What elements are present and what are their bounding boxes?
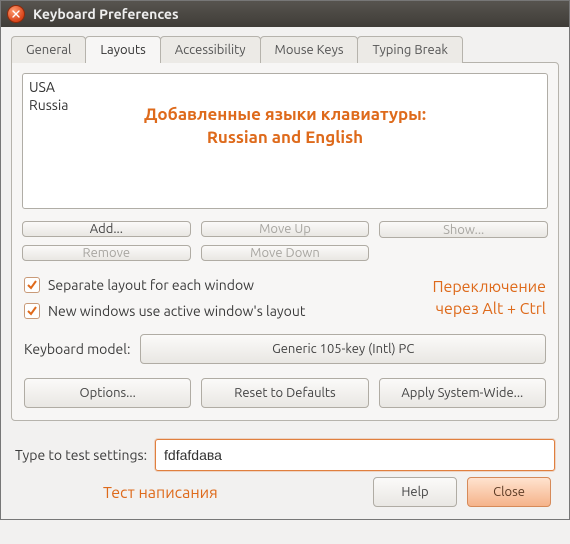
close-icon (12, 10, 20, 18)
add-button[interactable]: Add... (22, 221, 191, 237)
new-windows-checkbox[interactable]: New windows use active window's layout (24, 303, 305, 319)
help-button[interactable]: Help (373, 477, 457, 507)
layouts-list[interactable]: USA Russia Добавленные языки клавиатуры:… (22, 73, 548, 209)
window-body: General Layouts Accessibility Mouse Keys… (1, 27, 569, 519)
window-close-button[interactable] (7, 5, 25, 23)
tab-accessibility[interactable]: Accessibility (160, 36, 261, 63)
show-button[interactable]: Show... (379, 221, 548, 238)
layout-action-buttons: Add... Remove Move Up Move Down Show... (22, 221, 548, 261)
annotation-test-caption: Тест написания (103, 484, 218, 502)
checkbox-label: Separate layout for each window (48, 277, 254, 293)
list-item[interactable]: USA (29, 78, 541, 96)
remove-button[interactable]: Remove (22, 245, 191, 261)
keyboard-model-label: Keyboard model: (24, 341, 130, 357)
move-down-button[interactable]: Move Down (201, 245, 370, 261)
checkbox-icon (24, 277, 40, 293)
annotation-added-languages: Добавленные языки клавиатуры: Russian an… (23, 104, 547, 150)
reset-defaults-button[interactable]: Reset to Defaults (201, 378, 368, 408)
close-button[interactable]: Close (467, 477, 551, 507)
checkbox-icon (24, 303, 40, 319)
tab-mouse-keys[interactable]: Mouse Keys (260, 36, 359, 63)
options-button[interactable]: Options... (24, 378, 191, 408)
window-title: Keyboard Preferences (33, 6, 179, 22)
separate-layout-checkbox[interactable]: Separate layout for each window (24, 277, 305, 293)
tab-layouts[interactable]: Layouts (85, 36, 160, 63)
tab-general[interactable]: General (11, 36, 86, 63)
move-up-button[interactable]: Move Up (201, 221, 370, 237)
type-to-test-label: Type to test settings: (15, 447, 147, 463)
layout-options-checks: Separate layout for each window New wind… (24, 277, 305, 319)
titlebar: Keyboard Preferences (1, 1, 569, 27)
tab-bar: General Layouts Accessibility Mouse Keys… (11, 35, 559, 62)
tab-typing-break[interactable]: Typing Break (357, 36, 463, 63)
keyboard-preferences-window: Keyboard Preferences General Layouts Acc… (0, 0, 570, 520)
keyboard-model-button[interactable]: Generic 105-key (Intl) PC (140, 334, 546, 364)
annotation-switch-hotkey: Переключение через Alt + Ctrl (432, 277, 546, 320)
layouts-panel: USA Russia Добавленные языки клавиатуры:… (11, 62, 559, 421)
apply-system-wide-button[interactable]: Apply System-Wide... (379, 378, 546, 408)
checkbox-label: New windows use active window's layout (48, 303, 305, 319)
type-to-test-input[interactable] (155, 439, 555, 471)
